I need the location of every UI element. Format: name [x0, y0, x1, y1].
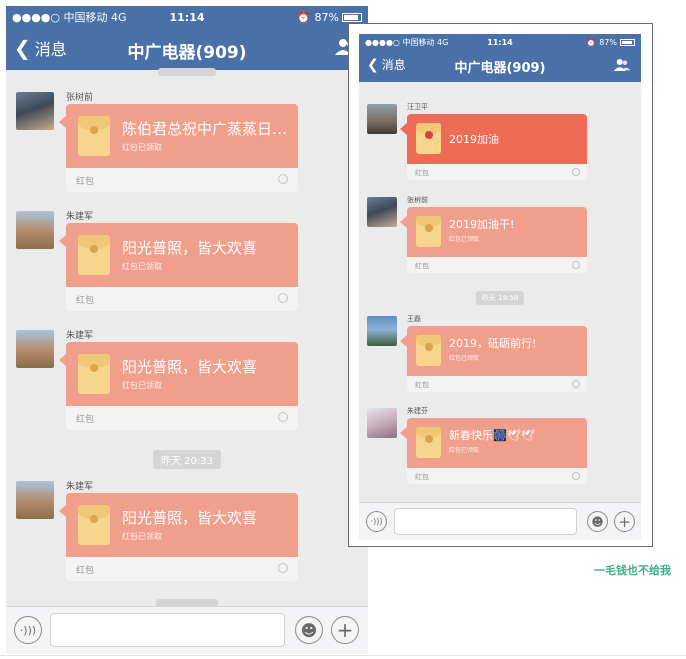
- sender-name: 汪卫平: [407, 103, 428, 111]
- red-packet-title: 2019，砥砺前行!: [449, 337, 537, 350]
- battery-percent: 87%: [314, 10, 339, 24]
- emoji-button[interactable]: ☻: [295, 616, 323, 644]
- red-packet-title: 2019加油: [449, 133, 499, 146]
- red-packet-footer: 红包: [76, 415, 95, 425]
- divider: [0, 655, 686, 656]
- wallet-logo-icon: [278, 412, 288, 422]
- red-packet-icon: [78, 116, 110, 156]
- sender-name: 张树前: [407, 196, 428, 204]
- time-divider-top: [158, 68, 216, 76]
- sender-name: 朱建军: [66, 482, 94, 492]
- red-packet-status: 红包已领取: [122, 381, 162, 390]
- status-bar: ●●●●○ 中国移动 4G 11:14 ⏰ 87%: [359, 34, 641, 50]
- header-bar: ●●●●○ 中国移动 4G 11:14 ⏰ 87% ❮ 消息 中广电器(909): [6, 6, 368, 70]
- input-bar: ·))) ☻ +: [359, 502, 641, 540]
- sender-avatar[interactable]: [367, 104, 397, 134]
- sender-avatar[interactable]: [16, 330, 54, 368]
- time-divider: 昨天 20:33: [153, 450, 221, 469]
- red-packet-status: 红包已领取: [449, 355, 480, 362]
- red-packet[interactable]: 新春快乐🎆🕊🕊 红包已领取 红包: [400, 418, 587, 484]
- chat-title: 中广电器(909): [127, 43, 247, 63]
- sender-avatar[interactable]: [16, 481, 54, 519]
- red-packet[interactable]: 2019加油干! 红包已领取 红包: [400, 207, 587, 273]
- red-packet-footer: 红包: [415, 262, 429, 270]
- sender-avatar[interactable]: [367, 197, 397, 227]
- red-packet-footer: 红包: [76, 566, 95, 576]
- red-packet[interactable]: 陈伯君总祝中广蒸蒸日… 红包已领取 红包: [59, 104, 298, 192]
- red-packet[interactable]: 2019加油 红包: [400, 114, 587, 180]
- wallet-logo-icon: [572, 168, 580, 176]
- voice-button[interactable]: ·))): [366, 511, 387, 532]
- red-packet-footer: 红包: [76, 296, 95, 306]
- battery-indicator: ⏰ 87%: [297, 11, 362, 24]
- sender-name: 朱建军: [66, 212, 94, 222]
- plus-button[interactable]: +: [614, 511, 635, 532]
- red-packet-title: 阳光普照，皆大欢喜: [122, 509, 258, 527]
- red-packet-status: 红包已领取: [449, 236, 480, 243]
- battery-icon: [620, 38, 635, 46]
- red-packet-icon: [78, 505, 110, 545]
- contacts-icon[interactable]: [613, 57, 631, 76]
- red-packet[interactable]: 阳光普照，皆大欢喜 红包已领取 红包: [59, 342, 298, 430]
- message-input[interactable]: [50, 613, 285, 647]
- header-bar: ●●●●○ 中国移动 4G 11:14 ⏰ 87% ❮ 消息 中广电器(909): [359, 34, 641, 82]
- red-packet-footer: 红包: [76, 177, 95, 187]
- battery-percent: 87%: [599, 37, 617, 47]
- red-packet-status: 红包已领取: [122, 532, 162, 541]
- red-packet-status: 红包已领取: [122, 143, 162, 152]
- red-packet-title: 陈伯君总祝中广蒸蒸日…: [122, 120, 288, 138]
- sender-name: 朱建军: [66, 331, 94, 341]
- left-chat-screenshot: ●●●●○ 中国移动 4G 11:14 ⏰ 87% ❮ 消息 中广电器(909)…: [6, 6, 368, 654]
- red-packet-icon: [416, 335, 441, 366]
- red-packet-footer: 红包: [415, 473, 429, 481]
- sender-name: 王磊: [407, 315, 421, 323]
- wallet-logo-icon: [278, 293, 288, 303]
- status-bar: ●●●●○ 中国移动 4G 11:14 ⏰ 87%: [6, 6, 368, 28]
- battery-indicator: ⏰ 87%: [586, 38, 635, 47]
- message-input[interactable]: [394, 508, 577, 535]
- red-packet-title: 2019加油干!: [449, 218, 515, 231]
- red-packet-title: 阳光普照，皆大欢喜: [122, 239, 258, 257]
- emoji-button[interactable]: ☻: [587, 511, 608, 532]
- sender-avatar[interactable]: [367, 316, 397, 346]
- red-packet-title: 新春快乐🎆🕊🕊: [449, 429, 535, 442]
- time-divider: 昨天 19:58: [475, 291, 525, 305]
- right-chat-screenshot: ●●●●○ 中国移动 4G 11:14 ⏰ 87% ❮ 消息 中广电器(909)…: [359, 34, 641, 540]
- wallet-logo-icon: [278, 563, 288, 573]
- sender-name: 张树前: [66, 93, 94, 103]
- alarm-icon: ⏰: [586, 37, 597, 47]
- red-packet-footer: 红包: [415, 381, 429, 389]
- voice-button[interactable]: ·))): [14, 616, 42, 644]
- wallet-logo-icon: [572, 472, 580, 480]
- red-packet-status: 红包已领取: [122, 262, 162, 271]
- sender-name: 朱建芬: [407, 407, 428, 415]
- red-packet[interactable]: 阳光普照，皆大欢喜 红包已领取 红包: [59, 493, 298, 581]
- wallet-logo-icon: [572, 380, 580, 388]
- alarm-icon: ⏰: [296, 10, 311, 24]
- wallet-logo-icon: [278, 174, 288, 184]
- red-packet-title: 阳光普照，皆大欢喜: [122, 358, 258, 376]
- red-packet[interactable]: 2019，砥砺前行! 红包已领取 红包: [400, 326, 587, 392]
- red-packet-status: 红包已领取: [449, 447, 480, 454]
- chat-title: 中广电器(909): [454, 61, 546, 76]
- red-packet-icon: [78, 235, 110, 275]
- red-packet-icon: [416, 216, 441, 247]
- sender-avatar[interactable]: [367, 408, 397, 438]
- red-packet-icon: [78, 354, 110, 394]
- caption-text: 一毛钱也不给我: [594, 564, 671, 577]
- red-packet[interactable]: 阳光普照，皆大欢喜 红包已领取 红包: [59, 223, 298, 311]
- red-packet-icon: [416, 123, 441, 154]
- battery-icon: [342, 12, 362, 22]
- red-packet-footer: 红包: [415, 169, 429, 177]
- red-packet-icon: [416, 427, 441, 458]
- sender-avatar[interactable]: [16, 92, 54, 130]
- sender-avatar[interactable]: [16, 211, 54, 249]
- plus-button[interactable]: +: [331, 616, 359, 644]
- wallet-logo-icon: [572, 261, 580, 269]
- input-bar: ·))) ☻ +: [6, 606, 368, 654]
